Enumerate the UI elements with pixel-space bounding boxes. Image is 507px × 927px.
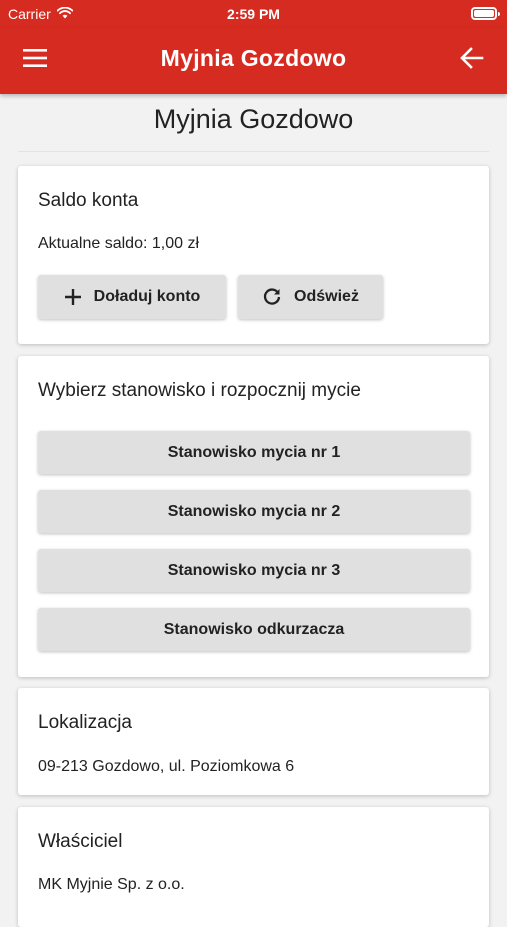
station-1-button[interactable]: Stanowisko mycia nr 1 (38, 431, 470, 474)
app-bar-title: Myjnia Gozdowo (160, 45, 347, 71)
balance-card: Saldo konta Aktualne saldo: 1,00 zł Doła… (18, 166, 489, 344)
balance-text: Aktualne saldo: 1,00 zł (38, 235, 199, 252)
stations-heading: Wybierz stanowisko i rozpocznij mycie (38, 380, 361, 401)
location-card: Lokalizacja 09-213 Gozdowo, ul. Poziomko… (18, 688, 489, 795)
owner-heading: Właściciel (38, 831, 123, 852)
station-2-button[interactable]: Stanowisko mycia nr 2 (38, 490, 470, 533)
status-bar: Carrier 2:59 PM (0, 0, 507, 28)
page-title: Myjnia Gozdowo (153, 104, 354, 134)
topup-label: Doładuj konto (93, 288, 201, 305)
refresh-button[interactable]: Odśwież (238, 275, 383, 319)
location-heading: Lokalizacja (38, 712, 132, 733)
station-label: Stanowisko mycia nr 2 (167, 502, 341, 520)
divider (18, 151, 489, 152)
balance-heading: Saldo konta (38, 190, 139, 211)
app-bar: Myjnia Gozdowo (0, 28, 507, 94)
back-button[interactable] (451, 42, 493, 78)
arrow-left-icon (460, 46, 484, 74)
owner-card: Właściciel MK Myjnie Sp. z o.o. (18, 807, 489, 927)
station-label: Stanowisko mycia nr 3 (167, 561, 341, 579)
plus-icon (64, 288, 82, 306)
refresh-icon (262, 287, 282, 307)
station-label: Stanowisko odkurzacza (163, 620, 345, 638)
station-3-button[interactable]: Stanowisko mycia nr 3 (38, 549, 470, 592)
stations-card: Wybierz stanowisko i rozpocznij mycie St… (18, 356, 489, 677)
owner-name: MK Myjnie Sp. z o.o. (38, 876, 185, 893)
topup-button[interactable]: Doładuj konto (38, 275, 226, 319)
status-time: 2:59 PM (227, 6, 280, 22)
station-label: Stanowisko mycia nr 1 (167, 443, 341, 461)
location-address: 09-213 Gozdowo, ul. Poziomkowa 6 (38, 758, 295, 775)
vacuum-station-button[interactable]: Stanowisko odkurzacza (38, 608, 470, 651)
battery-icon (471, 7, 500, 20)
refresh-label: Odśwież (294, 288, 359, 305)
